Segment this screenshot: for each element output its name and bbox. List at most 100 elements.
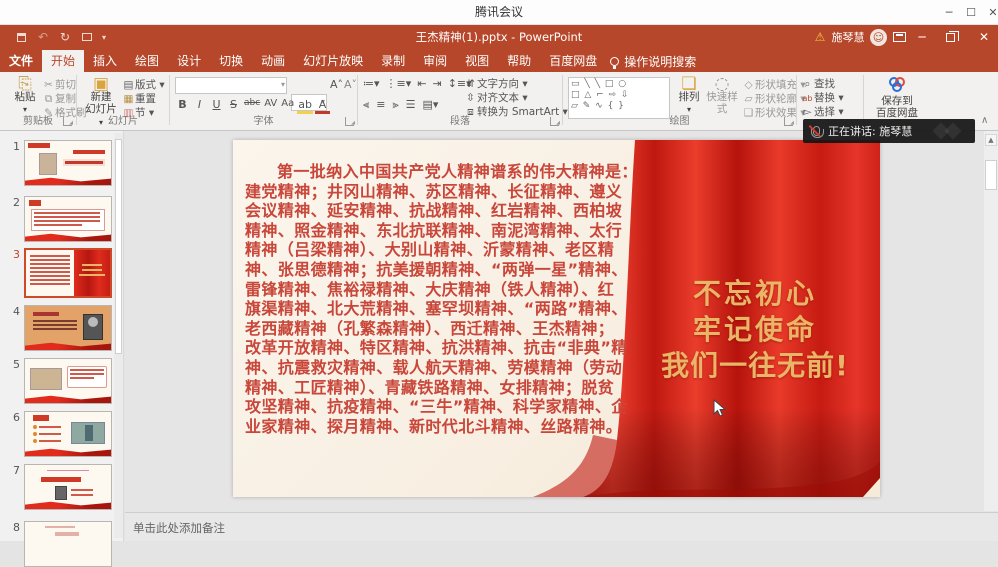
muted-mic-icon (813, 126, 820, 136)
layout-button[interactable]: ▤版式 ▾ (122, 78, 165, 92)
thumb-number-5: 5 (6, 358, 20, 371)
start-slideshow-icon[interactable] (78, 25, 96, 50)
ppt-minimize-button[interactable]: ─ (912, 25, 932, 50)
tab-view[interactable]: 视图 (456, 50, 498, 72)
mouse-cursor (712, 399, 728, 419)
align-text-button[interactable]: ⇳对齐文本 ▾ (464, 91, 528, 105)
slide-editing-area: 第一批纳入中国共产党人精神谱系的伟大精神是： 建党精神；井冈山精神、苏区精神、长… (125, 131, 998, 512)
ribbon-display-options-icon[interactable] (893, 32, 906, 42)
tab-review[interactable]: 审阅 (414, 50, 456, 72)
bullets-icon[interactable]: ≔▾ (363, 77, 380, 90)
find-icon: ⌕ (801, 77, 814, 91)
curtain-slogan-line3: 我们一往无前! (605, 344, 880, 384)
meeting-close-button[interactable]: ✕ (982, 0, 998, 25)
slide-thumbnail-2[interactable] (24, 196, 112, 242)
curtain-slogan-line1: 不忘初心 (605, 272, 880, 312)
slide-thumbnail-8[interactable] (24, 521, 112, 567)
meeting-maximize-button[interactable]: ☐ (960, 0, 982, 25)
decrease-indent-icon[interactable]: ⇤ (417, 77, 426, 90)
tab-help[interactable]: 帮助 (498, 50, 540, 72)
thumbnail-scrollbar[interactable] (114, 133, 123, 538)
numbering-icon[interactable]: ⋮≡▾ (386, 77, 412, 90)
drawing-dialog-launcher-icon[interactable] (784, 117, 793, 126)
arrange-icon: ❏ (674, 78, 704, 90)
tab-record[interactable]: 录制 (372, 50, 414, 72)
text-direction-button[interactable]: ⇵文字方向 ▾ (464, 77, 528, 91)
main-scrollbar-thumb[interactable] (985, 160, 997, 190)
reset-button[interactable]: ▦重置 (122, 92, 156, 106)
ppt-restore-button[interactable] (946, 33, 955, 42)
slide-thumbnail-1[interactable] (24, 140, 112, 186)
slide-thumbnail-7[interactable] (24, 464, 112, 510)
group-slides: ▣ 新建幻灯片 ▾ ▤版式 ▾ ▦重置 ▥节 ▾ 幻灯片 (78, 74, 168, 129)
thumb-number-2: 2 (6, 196, 20, 209)
tab-home[interactable]: 开始 (42, 50, 84, 72)
slides-group-label: 幻灯片 (78, 112, 168, 127)
meeting-titlebar: 腾讯会议 ─ ☐ ✕ (0, 0, 998, 25)
cut-button[interactable]: ✂剪切 (42, 78, 76, 92)
ppt-close-button[interactable]: ✕ (974, 25, 994, 50)
select-button[interactable]: ▻选择 ▾ (801, 105, 844, 119)
group-font: A˄ A˅ B I U S abc AV Aa ab A 字体 (171, 74, 356, 129)
slide-thumbnail-4[interactable] (24, 305, 112, 351)
clipboard-dialog-launcher-icon[interactable] (63, 117, 72, 126)
shrink-font-button[interactable]: A˅ (343, 78, 358, 91)
tell-me-label: 操作说明搜索 (624, 53, 696, 70)
replace-button[interactable]: ab替换 ▾ (801, 91, 844, 106)
lightbulb-icon (610, 57, 619, 66)
tab-baidu-netdisk[interactable]: 百度网盘 (540, 50, 606, 72)
account-name[interactable]: 施琴慧 (828, 25, 868, 50)
redo-icon[interactable]: ↻ (56, 25, 74, 50)
grow-font-button[interactable]: A˄ (329, 78, 344, 91)
tab-animations[interactable]: 动画 (252, 50, 294, 72)
thumb-number-8: 8 (6, 521, 20, 534)
tab-transitions[interactable]: 切换 (210, 50, 252, 72)
collapse-ribbon-icon[interactable]: ∧ (981, 115, 988, 126)
undo-icon[interactable]: ↶ (34, 25, 52, 50)
drawing-group-label: 绘图 (564, 112, 795, 127)
find-button[interactable]: ⌕查找 (801, 77, 835, 91)
notes-placeholder: 单击此处添加备注 (133, 520, 225, 536)
quick-styles-button[interactable]: ◌ 快速样式 (704, 78, 740, 115)
save-icon[interactable] (12, 25, 30, 50)
align-center-icon[interactable]: ≡ (376, 98, 385, 112)
font-name-combo[interactable] (175, 77, 287, 94)
paragraph-row1: ≔▾ ⋮≡▾ ⇤ ⇥ ↕≡▾ (363, 77, 472, 90)
speaking-indicator-text: 正在讲话: 施琴慧 (828, 123, 912, 139)
quick-styles-icon: ◌ (704, 78, 740, 90)
columns-icon[interactable]: ▤▾ (423, 98, 439, 112)
thumbnail-scrollbar-thumb[interactable] (115, 139, 122, 354)
align-left-icon[interactable]: ⫷ (363, 98, 369, 112)
tell-me-search[interactable]: 操作说明搜索 (610, 50, 696, 72)
tab-insert[interactable]: 插入 (84, 50, 126, 72)
meeting-minimize-button[interactable]: ─ (938, 0, 960, 25)
speaking-indicator-toast: 正在讲话: 施琴慧 (803, 119, 975, 143)
slide-body-text[interactable]: 第一批纳入中国共产党人精神谱系的伟大精神是： 建党精神；井冈山精神、苏区精神、长… (245, 162, 643, 436)
tab-slideshow[interactable]: 幻灯片放映 (294, 50, 372, 72)
tab-design[interactable]: 设计 (168, 50, 210, 72)
warning-icon[interactable]: ⚠ (812, 25, 828, 50)
tab-file[interactable]: 文件 (0, 50, 42, 72)
select-icon: ▻ (801, 105, 814, 119)
slide-thumbnail-5[interactable] (24, 358, 112, 404)
font-dialog-launcher-icon[interactable] (345, 117, 354, 126)
clipboard-icon: ⎘ (10, 78, 40, 90)
group-drawing: ▭ ╲ ╲ □ ○ □ △ ⌐ ⇨ ⇩ ▱ ✎ ∿ { } ❏ 排列▾ ◌ 快速… (564, 74, 795, 129)
notes-pane[interactable]: 单击此处添加备注 (125, 512, 998, 541)
paste-button[interactable]: ⎘ 粘贴▾ (10, 78, 40, 116)
tab-draw[interactable]: 绘图 (126, 50, 168, 72)
justify-icon[interactable]: ☰ (406, 98, 416, 112)
avatar[interactable]: ☺ (870, 29, 887, 46)
slide-canvas[interactable]: 第一批纳入中国共产党人精神谱系的伟大精神是： 建党精神；井冈山精神、苏区精神、长… (233, 140, 880, 497)
copy-button[interactable]: ⧉复制 (42, 92, 76, 106)
paragraph-dialog-launcher-icon[interactable] (550, 117, 559, 126)
scroll-up-icon[interactable]: ▲ (985, 134, 997, 146)
arrange-button[interactable]: ❏ 排列▾ (674, 78, 704, 116)
qat-customize-caret-icon[interactable]: ▾ (98, 25, 110, 50)
slide-thumbnail-6[interactable] (24, 411, 112, 457)
increase-indent-icon[interactable]: ⇥ (433, 77, 442, 90)
align-right-icon[interactable]: ⫸ (392, 98, 398, 112)
save-to-baidu-button[interactable]: 保存到百度网盘 (868, 77, 926, 119)
slide-thumbnail-3[interactable] (24, 248, 112, 298)
watermark-logo-icon (945, 123, 962, 140)
